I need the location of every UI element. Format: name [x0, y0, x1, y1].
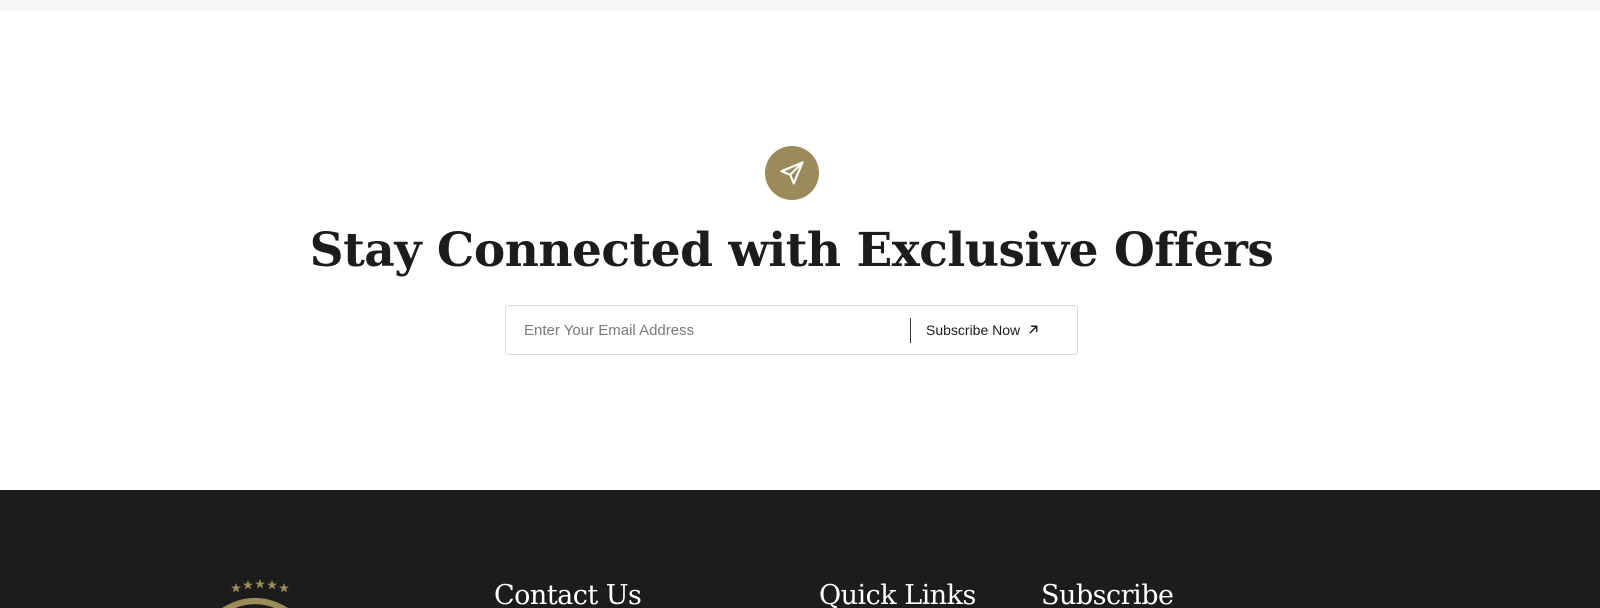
subscribe-now-label: Subscribe Now	[926, 322, 1021, 338]
subscribe-form: Subscribe Now	[505, 305, 1078, 355]
arrow-up-right-icon	[1028, 322, 1039, 338]
footer-heading-contact-us: Contact Us	[494, 580, 642, 608]
subscribe-now-button[interactable]: Subscribe Now	[926, 306, 1076, 354]
newsletter-section: Stay Connected with Exclusive Offers Sub…	[0, 11, 1600, 490]
footer-heading-quick-links: Quick Links	[819, 580, 976, 608]
top-strip	[0, 0, 1600, 11]
newsletter-headline: Stay Connected with Exclusive Offers	[309, 223, 1274, 278]
email-input[interactable]	[520, 306, 900, 354]
hotel-logo-icon	[205, 578, 305, 608]
form-divider	[910, 318, 911, 343]
footer: Contact Us Quick Links Subscribe	[0, 490, 1600, 608]
paper-plane-icon	[765, 146, 819, 200]
footer-heading-subscribe: Subscribe	[1041, 580, 1174, 608]
